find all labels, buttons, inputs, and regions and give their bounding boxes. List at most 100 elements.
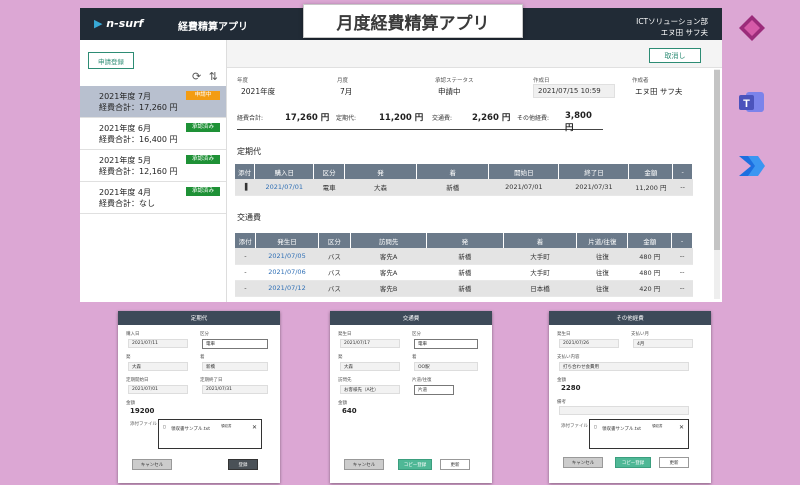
file-tag: 領収書 xyxy=(652,424,663,428)
table-row[interactable]: -2021/07/06 バス 客先A 新橋 大手町 往復 480 円 -- xyxy=(235,264,693,281)
from-label: 発 xyxy=(338,355,343,360)
table-cell[interactable]: 2021/07/01 xyxy=(254,179,314,196)
close-icon[interactable]: ✕ xyxy=(252,424,257,431)
table-row[interactable]: -2021/07/12 バス 客先B 新橋 日本橋 往復 420 円 -- xyxy=(235,280,693,297)
table-cell: バス xyxy=(318,280,351,297)
copy-register-button[interactable]: コピー登録 xyxy=(615,457,651,468)
table-row[interactable]: -2021/07/05 バス 客先A 新橋 大手町 往復 480 円 -- xyxy=(235,248,693,265)
n-surf-logo: ▶ n-surf xyxy=(94,17,144,30)
created-label: 作成日 xyxy=(533,78,550,84)
note-input[interactable] xyxy=(559,406,689,415)
request-list-item[interactable]: 2021年度 5月 経費合計：12,160 円承認済み xyxy=(80,150,226,182)
end-date-input[interactable]: 2021/07/31 xyxy=(202,385,268,394)
transport-dialog: 交通費 発生日 2021/07/17 区分 電車 発 大森 着 OO駅 訪問先 … xyxy=(330,311,492,483)
amount-label: 金額 xyxy=(338,401,347,406)
amount-input[interactable]: 2280 xyxy=(561,384,580,392)
content-label: 支払い内容 xyxy=(557,355,580,360)
dialog-title: 定期代 xyxy=(118,311,280,325)
attachment-box[interactable]: ▯ 領収書サンプル.txt 領収書 ✕ xyxy=(589,419,689,449)
update-button[interactable]: 更新 xyxy=(659,457,689,468)
table-cell[interactable]: 2021/07/06 xyxy=(255,264,319,281)
year-value: 2021年度 xyxy=(241,87,276,96)
table-cell[interactable]: 2021/07/12 xyxy=(255,280,319,297)
list-toolbar: ⟳ ⇅ xyxy=(192,70,218,83)
kind-select[interactable]: 電車 xyxy=(414,339,478,349)
table-cell: 電車 xyxy=(313,179,345,196)
date-label: 発生日 xyxy=(557,332,571,337)
table-cell: 大手町 xyxy=(503,264,577,281)
department: ICTソリューション部 xyxy=(636,17,708,26)
month-value: 7月 xyxy=(340,87,353,96)
update-button[interactable]: 更新 xyxy=(440,459,470,470)
commuter-section-title: 定期代 xyxy=(237,147,261,156)
column-header: 添付 xyxy=(235,164,256,179)
table-cell: 新橋 xyxy=(426,248,503,265)
transport-sum-label: 交通費: xyxy=(432,115,453,122)
refresh-icon[interactable]: ⟳ xyxy=(192,70,201,83)
table-cell: 往復 xyxy=(576,280,628,297)
table-cell: バス xyxy=(318,248,351,265)
table-cell: - xyxy=(235,248,256,265)
amount-input[interactable]: 19200 xyxy=(130,407,154,415)
occur-date-input[interactable]: 2021/07/26 xyxy=(559,339,619,348)
amount-label: 金額 xyxy=(557,378,566,383)
column-header: 金額 xyxy=(627,233,673,248)
column-header: 金額 xyxy=(628,164,674,179)
sort-icon[interactable]: ⇅ xyxy=(209,70,218,83)
request-list-item[interactable]: 2021年度 6月 経費合計：16,400 円承認済み xyxy=(80,118,226,150)
commuter-table: 添付 購入日 区分発着開始日 終了日 金額 - ▐ 2021/07/01 電車 大森 新橋 2021/… xyxy=(235,164,693,196)
year-label: 年度 xyxy=(237,78,249,84)
from-input[interactable]: 大森 xyxy=(128,362,188,371)
column-header: 着 xyxy=(503,233,578,248)
column-header: - xyxy=(672,164,693,179)
item-total: 経費合計：16,400 円 xyxy=(99,135,178,144)
amount-input[interactable]: 640 xyxy=(342,407,357,415)
request-list-item[interactable]: 2021年度 7月 経費合計：17,260 円申請中 xyxy=(80,86,226,118)
dialog-title: 交通費 xyxy=(330,311,492,325)
occur-date-input[interactable]: 2021/07/17 xyxy=(340,339,400,348)
detail-toolbar: 取消し xyxy=(227,40,722,68)
way-select[interactable]: 片道 xyxy=(414,385,454,395)
author-label: 作成者 xyxy=(632,78,649,84)
pay-month-input[interactable]: 4月 xyxy=(633,339,693,348)
start-label: 定期開始日 xyxy=(126,378,149,383)
content-input[interactable]: 打ち合わせ会費用 xyxy=(559,362,689,371)
cancel-button[interactable]: キャンセル xyxy=(563,457,603,468)
kind-select[interactable]: 電車 xyxy=(202,339,268,349)
cancel-button[interactable]: 取消し xyxy=(649,48,701,63)
attachment-box[interactable]: ▯ 領収書サンプル.txt 領収書 ✕ xyxy=(158,419,262,449)
user-name: エヌ田 サフ夫 xyxy=(660,28,708,37)
start-date-input[interactable]: 2021/07/01 xyxy=(128,385,188,394)
copy-register-button[interactable]: コピー登録 xyxy=(398,459,432,470)
table-cell[interactable]: 2021/07/05 xyxy=(255,248,319,265)
close-icon[interactable]: ✕ xyxy=(679,424,684,431)
from-input[interactable]: 大森 xyxy=(340,362,400,371)
table-cell: 420 円 xyxy=(627,280,672,297)
column-header: 購入日 xyxy=(254,164,315,179)
to-input[interactable]: OO駅 xyxy=(414,362,478,371)
from-label: 発 xyxy=(126,355,131,360)
table-cell: 往復 xyxy=(576,248,628,265)
cancel-button[interactable]: キャンセル xyxy=(132,459,172,470)
scrollbar-thumb[interactable] xyxy=(714,70,720,250)
table-row[interactable]: ▐ 2021/07/01 電車 大森 新橋 2021/07/01 2021/07/31 11,… xyxy=(235,179,693,196)
request-list-item[interactable]: 2021年度 4月 経費合計：なし 承認済み xyxy=(80,182,226,214)
to-input[interactable]: 新橋 xyxy=(202,362,268,371)
table-cell: 大森 xyxy=(344,179,417,196)
column-header: 区分 xyxy=(313,164,345,179)
transport-sum-value: 2,260 円 xyxy=(472,113,511,123)
purchase-date-input[interactable]: 2021/07/11 xyxy=(128,339,188,348)
pay-month-label: 支払い月 xyxy=(631,332,649,337)
page-banner: 月度経費精算アプリ xyxy=(303,4,523,38)
column-header: 開始日 xyxy=(488,164,560,179)
table-cell: ▐ xyxy=(235,179,255,196)
register-button[interactable]: 登録 xyxy=(228,459,258,470)
request-register-button[interactable]: 申請登録 xyxy=(88,52,134,69)
total-label: 経費合計: xyxy=(237,115,264,122)
cancel-button[interactable]: キャンセル xyxy=(344,459,384,470)
date-label: 発生日 xyxy=(338,332,352,337)
commuter-dialog: 定期代 購入日 2021/07/11 区分 電車 発 大森 着 新橋 定期開始日… xyxy=(118,311,280,483)
column-header: - xyxy=(671,233,693,248)
visit-input[interactable]: お客様先（A社） xyxy=(340,385,400,394)
table-cell: 客先A xyxy=(350,248,427,265)
